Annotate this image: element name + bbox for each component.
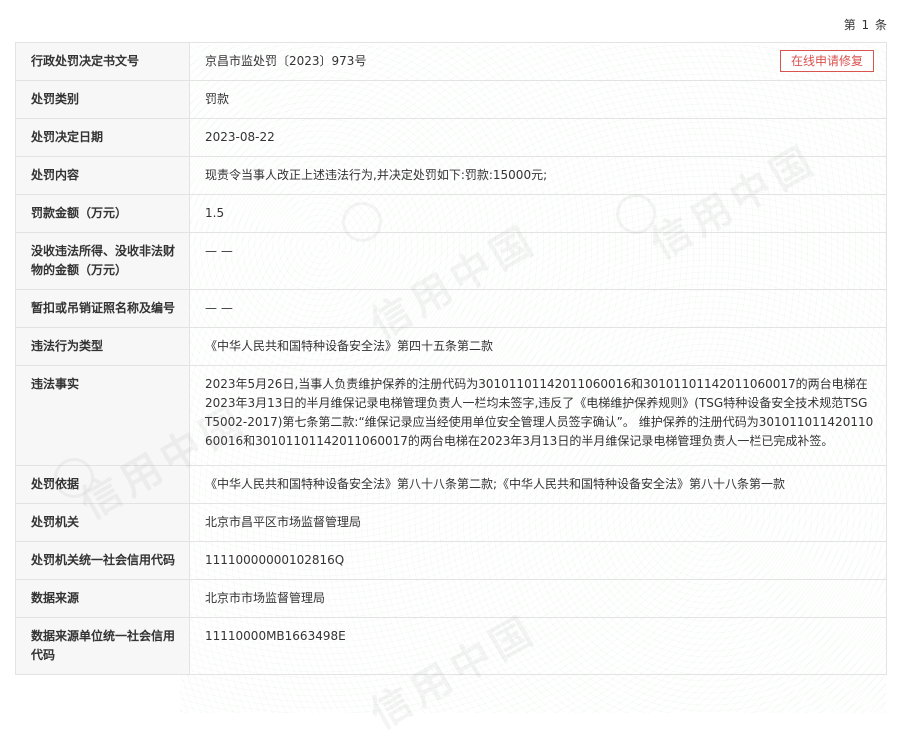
row-value: 罚款: [189, 80, 887, 119]
decision-number: 京昌市监处罚〔2023〕973号: [205, 54, 367, 68]
row-label: 没收违法所得、没收非法财物的金额（万元）: [15, 232, 190, 290]
online-repair-button[interactable]: 在线申请修复: [779, 50, 874, 72]
row-value: — —: [189, 232, 887, 290]
row-value: 北京市昌平区市场监督管理局: [189, 503, 887, 542]
row-label: 处罚机关统一社会信用代码: [15, 541, 190, 580]
table-row: 暂扣或吊销证照名称及编号 — —: [15, 289, 887, 328]
table-row: 处罚机关统一社会信用代码 11110000000102816Q: [15, 541, 887, 580]
row-label: 处罚决定日期: [15, 118, 190, 157]
row-label: 处罚类别: [15, 80, 190, 119]
row-value: 2023-08-22: [189, 118, 887, 157]
table-row: 处罚内容 现责令当事人改正上述违法行为,并决定处罚如下:罚款:15000元;: [15, 156, 887, 195]
table-row: 违法行为类型 《中华人民共和国特种设备安全法》第四十五条第二款: [15, 327, 887, 366]
table-row: 没收违法所得、没收非法财物的金额（万元） — —: [15, 232, 887, 290]
row-value: 《中华人民共和国特种设备安全法》第四十五条第二款: [189, 327, 887, 366]
row-label: 行政处罚决定书文号: [15, 42, 190, 81]
row-value: 北京市市场监督管理局: [189, 579, 887, 618]
row-label: 违法事实: [15, 365, 190, 466]
row-label: 处罚依据: [15, 465, 190, 504]
table-row: 罚款金额（万元） 1.5: [15, 194, 887, 233]
row-label: 暂扣或吊销证照名称及编号: [15, 289, 190, 328]
row-value: 2023年5月26日,当事人负责维护保养的注册代码为30101101142011…: [189, 365, 887, 466]
table-row: 处罚类别 罚款: [15, 80, 887, 119]
row-value: 《中华人民共和国特种设备安全法》第八十八条第二款;《中华人民共和国特种设备安全法…: [189, 465, 887, 504]
row-label: 罚款金额（万元）: [15, 194, 190, 233]
table-row: 处罚依据 《中华人民共和国特种设备安全法》第八十八条第二款;《中华人民共和国特种…: [15, 465, 887, 504]
row-label: 数据来源: [15, 579, 190, 618]
row-value: — —: [189, 289, 887, 328]
row-value: 1.5: [189, 194, 887, 233]
page-counter: 第 1 条: [843, 18, 888, 32]
table-row: 数据来源单位统一社会信用代码 11110000MB1663498E: [15, 617, 887, 675]
table-row: 处罚机关 北京市昌平区市场监督管理局: [15, 503, 887, 542]
penalty-record-table: 行政处罚决定书文号 京昌市监处罚〔2023〕973号 在线申请修复 处罚类别 罚…: [15, 42, 887, 675]
row-value: 京昌市监处罚〔2023〕973号 在线申请修复: [189, 42, 887, 81]
row-label: 数据来源单位统一社会信用代码: [15, 617, 190, 675]
row-value: 现责令当事人改正上述违法行为,并决定处罚如下:罚款:15000元;: [189, 156, 887, 195]
row-label: 处罚机关: [15, 503, 190, 542]
row-label: 违法行为类型: [15, 327, 190, 366]
table-row: 数据来源 北京市市场监督管理局: [15, 579, 887, 618]
row-value: 11110000MB1663498E: [189, 617, 887, 675]
table-row: 处罚决定日期 2023-08-22: [15, 118, 887, 157]
table-row: 违法事实 2023年5月26日,当事人负责维护保养的注册代码为301011011…: [15, 365, 887, 466]
row-value: 11110000000102816Q: [189, 541, 887, 580]
table-row: 行政处罚决定书文号 京昌市监处罚〔2023〕973号 在线申请修复: [15, 42, 887, 81]
row-label: 处罚内容: [15, 156, 190, 195]
